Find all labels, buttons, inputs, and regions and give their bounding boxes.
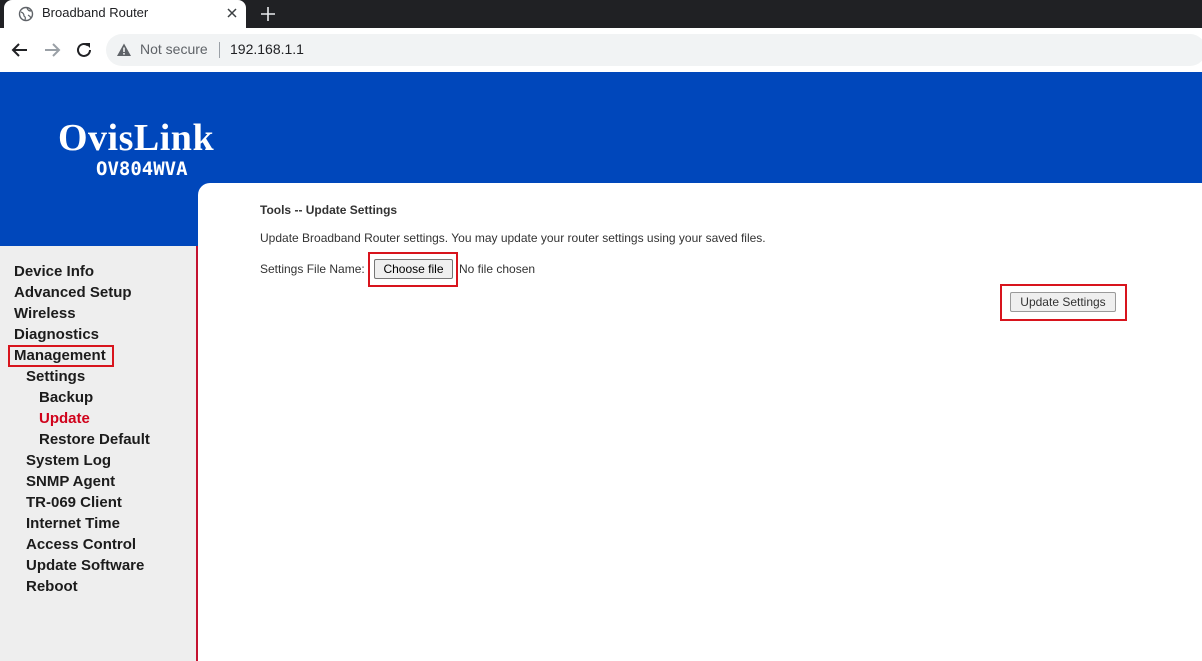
sidebar-item-access-control[interactable]: Access Control	[26, 536, 136, 554]
sidebar-item-reboot[interactable]: Reboot	[26, 578, 78, 596]
tab-strip: Broadband Router	[0, 0, 1202, 28]
globe-icon	[18, 6, 34, 22]
plus-icon[interactable]	[258, 4, 278, 24]
address-divider	[219, 42, 220, 58]
sidebar-item-advanced-setup[interactable]: Advanced Setup	[14, 284, 132, 302]
settings-file-label: Settings File Name:	[260, 262, 365, 276]
warning-icon[interactable]	[116, 42, 132, 58]
reload-icon[interactable]	[74, 40, 94, 60]
content-panel	[198, 183, 1202, 661]
sidebar-item-update[interactable]: Update	[39, 410, 90, 428]
management-highlight-box	[8, 345, 114, 367]
file-status-text: No file chosen	[459, 262, 536, 276]
tab-title: Broadband Router	[42, 5, 149, 20]
forward-arrow-icon[interactable]	[42, 40, 62, 60]
tab-broadband-router[interactable]: Broadband Router	[4, 0, 246, 28]
sidebar-item-device-info[interactable]: Device Info	[14, 263, 94, 281]
security-label[interactable]: Not secure	[140, 41, 208, 57]
sidebar-item-tr069-client[interactable]: TR-069 Client	[26, 494, 122, 512]
back-arrow-icon[interactable]	[10, 40, 30, 60]
browser-toolbar: Not secure 192.168.1.1	[0, 28, 1202, 73]
sidebar-item-diagnostics[interactable]: Diagnostics	[14, 326, 99, 344]
update-settings-highlight-box	[1000, 284, 1127, 321]
brand-model: OV804WVA	[96, 158, 188, 180]
brand-logo: OvisLink	[58, 117, 215, 159]
close-icon[interactable]	[224, 5, 240, 21]
choose-file-highlight-box	[368, 252, 458, 287]
sidebar-item-restore-default[interactable]: Restore Default	[39, 431, 150, 449]
url-text[interactable]: 192.168.1.1	[230, 41, 304, 57]
address-bar[interactable]: Not secure 192.168.1.1	[106, 34, 1202, 66]
sidebar-item-backup[interactable]: Backup	[39, 389, 93, 407]
sidebar-item-system-log[interactable]: System Log	[26, 452, 111, 470]
sidebar-item-snmp-agent[interactable]: SNMP Agent	[26, 473, 115, 491]
sidebar-item-update-software[interactable]: Update Software	[26, 557, 144, 575]
page-description: Update Broadband Router settings. You ma…	[260, 231, 766, 245]
sidebar-item-wireless[interactable]: Wireless	[14, 305, 76, 323]
page-title: Tools -- Update Settings	[260, 203, 398, 217]
sidebar-item-internet-time[interactable]: Internet Time	[26, 515, 120, 533]
sidebar-item-settings[interactable]: Settings	[26, 368, 85, 386]
